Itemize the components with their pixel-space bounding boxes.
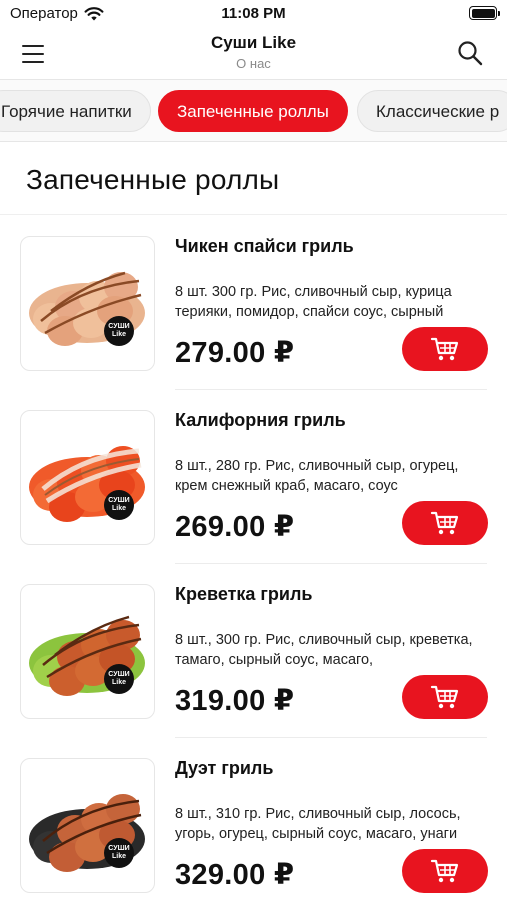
tab-hot-drinks[interactable]: Горячие напитки	[0, 90, 151, 132]
product-card[interactable]: СУШИ Like Калифорния гриль 8 шт., 280 гр.…	[0, 410, 507, 584]
add-to-cart-button[interactable]	[402, 675, 488, 719]
product-image: СУШИ Like	[20, 410, 155, 545]
product-name: Креветка гриль	[175, 584, 313, 604]
hamburger-icon-line	[22, 52, 44, 56]
product-card[interactable]: СУШИ Like Дуэт гриль 8 шт., 310 гр. Рис, …	[0, 758, 507, 900]
search-icon[interactable]	[455, 38, 485, 68]
product-name: Калифорния гриль	[175, 410, 346, 430]
product-price: 329.00 ₽	[175, 859, 295, 891]
product-card[interactable]: СУШИ Like Чикен спайси гриль 8 шт. 300 гр…	[0, 236, 507, 410]
divider	[175, 389, 487, 390]
product-name: Чикен спайси гриль	[175, 236, 354, 256]
product-image: СУШИ Like	[20, 236, 155, 371]
cart-icon	[430, 685, 459, 709]
sushi-roll-image	[29, 446, 145, 522]
divider	[175, 563, 487, 564]
brand-logo: СУШИ Like	[104, 490, 134, 520]
tab-classic-rolls[interactable]: Классические р	[357, 90, 507, 132]
sushi-roll-image	[29, 794, 145, 872]
divider	[0, 214, 507, 215]
status-bar: Оператор 11:08 PM	[0, 0, 507, 28]
add-to-cart-button[interactable]	[402, 327, 488, 371]
product-image: СУШИ Like	[20, 758, 155, 893]
navigation-bar: Суши Like О нас	[0, 28, 507, 80]
cart-icon	[430, 859, 459, 883]
product-description: 8 шт., 310 гр. Рис, сливочный сыр, лосос…	[175, 806, 461, 842]
cart-icon	[430, 511, 459, 535]
add-to-cart-button[interactable]	[402, 849, 488, 893]
product-description: 8 шт. 300 гр. Рис, сливочный сыр, курица…	[175, 284, 452, 320]
brand-logo: СУШИ Like	[104, 316, 134, 346]
product-name: Дуэт гриль	[175, 758, 274, 778]
product-description: 8 шт., 300 гр. Рис, сливочный сыр, креве…	[175, 632, 473, 668]
product-price: 319.00 ₽	[175, 685, 295, 717]
section-title: Запеченные роллы	[26, 164, 280, 195]
brand-logo: СУШИ Like	[104, 838, 134, 868]
sushi-roll-image	[29, 615, 145, 696]
clock: 11:08 PM	[221, 5, 286, 22]
category-tabs: Горячие напитки Запеченные роллы Классич…	[0, 80, 507, 142]
add-to-cart-button[interactable]	[402, 501, 488, 545]
product-price: 269.00 ₽	[175, 511, 295, 543]
product-price: 279.00 ₽	[175, 337, 295, 369]
brand-logo: СУШИ Like	[104, 664, 134, 694]
page-title: Суши Like	[210, 33, 297, 52]
cart-icon	[430, 337, 459, 361]
battery-icon	[469, 6, 500, 20]
product-description: 8 шт., 280 гр. Рис, сливочный сыр, огуре…	[175, 458, 459, 494]
product-card[interactable]: СУШИ Like Креветка гриль 8 шт., 300 гр. Р…	[0, 584, 507, 758]
divider	[175, 737, 487, 738]
sushi-roll-image	[29, 271, 145, 346]
about-link[interactable]: О нас	[0, 56, 507, 71]
product-image: СУШИ Like	[20, 584, 155, 719]
tab-baked-rolls[interactable]: Запеченные роллы	[158, 90, 348, 132]
